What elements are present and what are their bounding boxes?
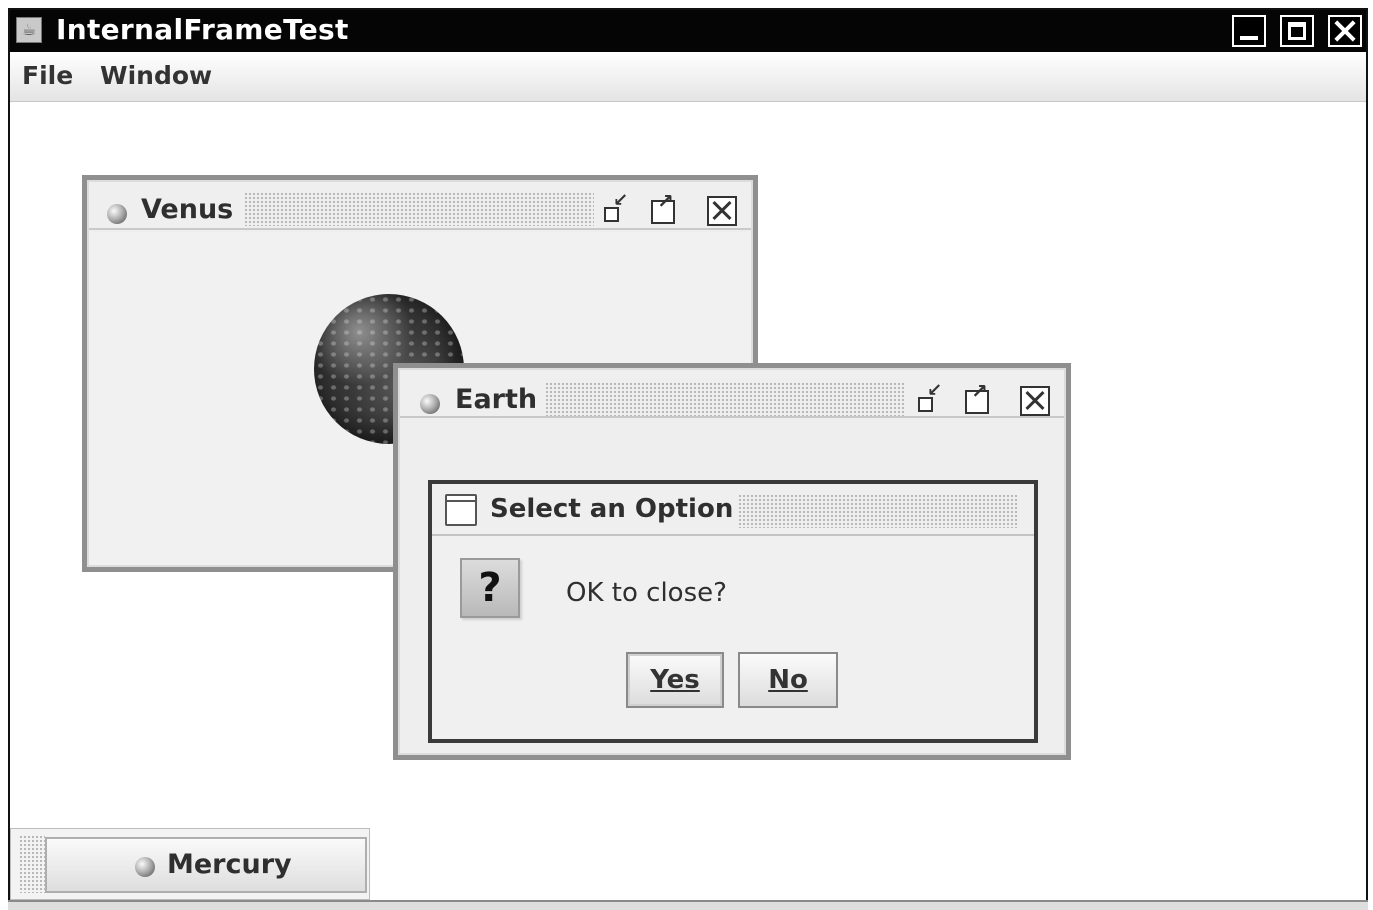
titlebar-grip[interactable] xyxy=(244,192,594,226)
drag-grip[interactable] xyxy=(19,835,45,893)
maximize-icon[interactable] xyxy=(963,379,993,416)
option-dialog[interactable]: Select an Option ? OK to close? Yes No xyxy=(428,480,1038,743)
java-app-icon: ☕ xyxy=(16,17,42,43)
menu-bar: File Window xyxy=(10,52,1366,102)
titlebar-grip[interactable] xyxy=(545,382,905,416)
frame-icon xyxy=(107,204,127,224)
earth-content: Select an Option ? OK to close? Yes No xyxy=(400,420,1064,753)
dialog-message: OK to close? xyxy=(566,578,727,608)
mercury-label: Mercury xyxy=(167,849,292,880)
yes-button[interactable]: Yes xyxy=(626,652,724,708)
close-icon[interactable] xyxy=(707,196,737,226)
iconified-frame-mercury[interactable]: Mercury xyxy=(10,828,370,900)
venus-title: Venus xyxy=(141,194,234,225)
window-maximize-button[interactable] xyxy=(1280,15,1314,47)
dialog-title: Select an Option xyxy=(490,494,734,524)
earth-title: Earth xyxy=(455,384,538,415)
app-titlebar: ☕ InternalFrameTest xyxy=(10,10,1366,52)
iconify-icon[interactable] xyxy=(915,380,945,416)
dialog-titlebar[interactable]: Select an Option xyxy=(432,484,1034,536)
venus-titlebar[interactable]: Venus xyxy=(89,182,751,230)
maximize-icon[interactable] xyxy=(649,189,679,226)
app-title: InternalFrameTest xyxy=(56,13,349,46)
internal-frame-earth[interactable]: Earth Select an Option ? OK to close? Ye… xyxy=(393,363,1071,760)
window-bottom-edge xyxy=(8,900,1368,910)
titlebar-grip[interactable] xyxy=(738,494,1018,528)
question-icon: ? xyxy=(460,558,520,618)
menu-window[interactable]: Window xyxy=(100,61,212,90)
earth-titlebar[interactable]: Earth xyxy=(400,370,1064,418)
mercury-restore-button[interactable]: Mercury xyxy=(45,837,367,893)
window-minimize-button[interactable] xyxy=(1232,15,1266,47)
frame-icon xyxy=(420,394,440,414)
window-icon xyxy=(445,494,477,526)
menu-file[interactable]: File xyxy=(22,61,73,90)
no-button[interactable]: No xyxy=(738,652,838,708)
window-close-button[interactable] xyxy=(1328,15,1362,47)
iconify-icon[interactable] xyxy=(601,190,631,226)
close-icon[interactable] xyxy=(1020,386,1050,416)
frame-icon xyxy=(135,857,155,877)
